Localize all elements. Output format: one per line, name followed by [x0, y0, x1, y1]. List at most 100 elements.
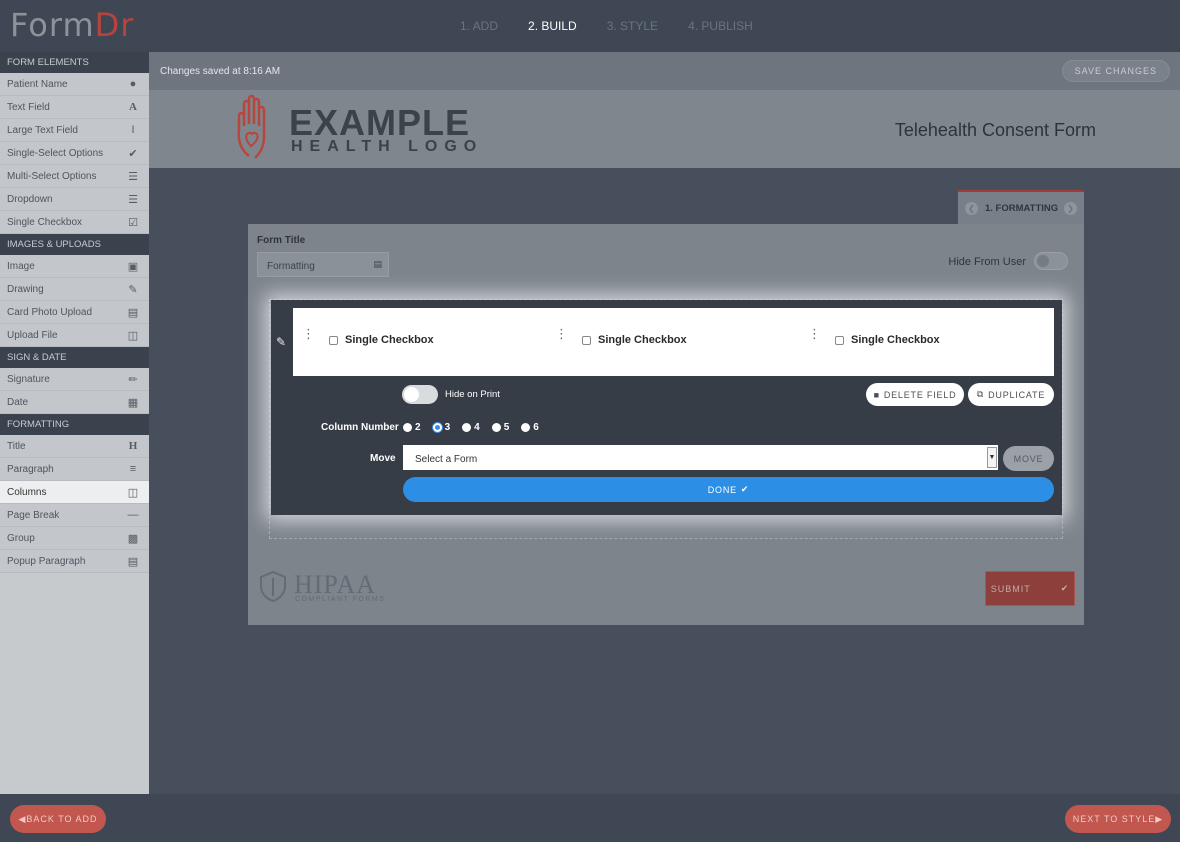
hipaa-badge: HIPAA COMPLIANT FORMS: [257, 570, 384, 607]
delete-field-button[interactable]: ■ DELETE FIELD: [866, 383, 964, 406]
chevron-right-icon[interactable]: ❯: [1064, 202, 1077, 215]
column-2: Single Checkbox: [582, 334, 687, 346]
sidebar-item-columns[interactable]: Columns ◫: [0, 481, 149, 504]
back-to-add-button[interactable]: ◀ BACK TO ADD: [10, 805, 106, 833]
drag-handle-icon[interactable]: ⋮: [555, 327, 568, 340]
next-label: NEXT TO STYLE: [1072, 814, 1156, 824]
sidebar-item-label: Card Photo Upload: [7, 306, 93, 318]
hipaa-subtitle: COMPLIANT FORMS: [295, 596, 386, 603]
section-form-elements: FORM ELEMENTS: [0, 52, 149, 73]
save-changes-button[interactable]: SAVE CHANGES: [1061, 60, 1170, 82]
column-3: Single Checkbox: [835, 334, 940, 346]
drag-handle-icon[interactable]: ⋮: [808, 327, 821, 340]
sidebar-item-label: Upload File: [7, 329, 58, 341]
sidebar-item-title[interactable]: Title H: [0, 435, 149, 458]
sidebar-item-paragraph[interactable]: Paragraph ≡: [0, 458, 149, 481]
trash-icon: ■: [873, 389, 880, 400]
columns-field-preview[interactable]: ⋮ Single Checkbox ⋮ Single Checkbox ⋮ Si…: [293, 308, 1054, 376]
hide-from-user-toggle[interactable]: [1034, 252, 1068, 270]
column-number-label: Column Number: [321, 422, 399, 433]
sidebar-item-signature[interactable]: Signature ✏: [0, 368, 149, 391]
done-label: DONE: [707, 484, 737, 495]
sidebar-item-patient-name[interactable]: Patient Name ●: [0, 73, 149, 96]
minus-icon: —: [127, 509, 139, 521]
checkbox[interactable]: [835, 335, 844, 345]
done-button[interactable]: DONE ✔: [403, 477, 1054, 502]
columns-icon: ◫: [127, 486, 139, 499]
sidebar-item-label: Paragraph: [7, 463, 54, 475]
health-logo: EXAMPLE HEALTH LOGO: [235, 94, 476, 169]
move-select-value: Select a Form: [415, 454, 478, 465]
letter-a-icon: A: [129, 101, 137, 113]
duplicate-button[interactable]: ⧉ DUPLICATE: [968, 383, 1054, 406]
move-label: Move: [370, 453, 396, 464]
sidebar-item-label: Signature: [7, 373, 50, 385]
sidebar-item-drawing[interactable]: Drawing ✎: [0, 278, 149, 301]
sidebar-item-large-text-field[interactable]: Large Text Field I: [0, 119, 149, 142]
sidebar-item-text-field[interactable]: Text Field A: [0, 96, 149, 119]
radio-label: 4: [474, 422, 480, 433]
logo-line-2: HEALTH LOGO: [291, 138, 484, 155]
sidebar-item-label: Drawing: [7, 283, 44, 295]
heading-icon: H: [128, 440, 138, 452]
step-publish[interactable]: 4. PUBLISH: [688, 19, 753, 33]
check-circle-icon: ✔: [128, 147, 138, 160]
sidebar-item-multi-select[interactable]: Multi-Select Options ☰: [0, 165, 149, 188]
move-form-select[interactable]: Select a Form ▼: [403, 445, 998, 470]
form-title-input[interactable]: Formatting ▤: [257, 252, 389, 277]
section-images-uploads: IMAGES & UPLOADS: [0, 234, 149, 255]
text-cursor-icon: I: [131, 124, 135, 136]
submit-button[interactable]: SUBMIT ✔: [985, 571, 1075, 606]
wizard-steps: 1. ADD 2. BUILD 3. STYLE 4. PUBLISH: [460, 19, 753, 33]
radio-columns-3[interactable]: 3: [432, 422, 450, 433]
edit-icon[interactable]: ✎: [276, 335, 286, 349]
radio-dot: [491, 423, 501, 432]
radio-dot: [403, 423, 412, 432]
back-label: BACK TO ADD: [26, 814, 98, 824]
checkbox[interactable]: [582, 335, 591, 345]
file-icon: ◫: [127, 329, 139, 342]
sidebar-item-card-photo-upload[interactable]: Card Photo Upload ▤: [0, 301, 149, 324]
pen-icon: ✏: [128, 373, 138, 386]
sidebar-item-page-break[interactable]: Page Break —: [0, 504, 149, 527]
sidebar-item-single-select[interactable]: Single-Select Options ✔: [0, 142, 149, 165]
next-to-style-button[interactable]: NEXT TO STYLE ▶: [1065, 805, 1171, 833]
step-style[interactable]: 3. STYLE: [607, 19, 658, 33]
sidebar-item-dropdown[interactable]: Dropdown ☰: [0, 188, 149, 211]
checkbox-label: Single Checkbox: [851, 334, 940, 346]
radio-label: 2: [415, 422, 421, 433]
sidebar-item-popup-paragraph[interactable]: Popup Paragraph ▤: [0, 550, 149, 573]
tab-formatting[interactable]: ❮ 1. FORMATTING ❯: [958, 190, 1084, 224]
sidebar-item-label: Multi-Select Options: [7, 170, 97, 182]
step-add[interactable]: 1. ADD: [460, 19, 498, 33]
calendar-icon: ▦: [127, 396, 139, 409]
radio-columns-4[interactable]: 4: [462, 422, 480, 433]
step-build[interactable]: 2. BUILD: [528, 19, 577, 33]
sidebar-item-date[interactable]: Date ▦: [0, 391, 149, 414]
column-number-radios: 2 3 4 5 6: [403, 422, 539, 433]
sidebar-item-group[interactable]: Group ▩: [0, 527, 149, 550]
sidebar-item-label: Single Checkbox: [7, 216, 83, 228]
column-1: Single Checkbox: [329, 334, 434, 346]
sidebar-item-image[interactable]: Image ▣: [0, 255, 149, 278]
checkbox[interactable]: [329, 335, 338, 345]
sidebar-item-label: Patient Name: [7, 78, 68, 90]
drag-handle-icon[interactable]: ⋮: [302, 327, 315, 340]
check-icon: ✔: [740, 484, 750, 494]
app-logo[interactable]: FormDr: [10, 6, 134, 44]
columns-field-editor: ✎ ⋮ Single Checkbox ⋮ Single Checkbox ⋮ …: [271, 300, 1062, 515]
radio-columns-5[interactable]: 5: [491, 422, 509, 433]
sidebar-item-upload-file[interactable]: Upload File ◫: [0, 324, 149, 347]
chevron-left-icon[interactable]: ❮: [965, 202, 978, 215]
hide-on-print-label: Hide on Print: [445, 389, 500, 400]
radio-columns-2[interactable]: 2: [403, 422, 421, 433]
sidebar-item-label: Dropdown: [7, 193, 53, 205]
top-bar: FormDr 1. ADD 2. BUILD 3. STYLE 4. PUBLI…: [0, 0, 1180, 52]
shield-icon: [260, 570, 286, 603]
sidebar-item-single-checkbox[interactable]: Single Checkbox ☑: [0, 211, 149, 234]
hide-on-print-toggle[interactable]: [402, 385, 438, 404]
radio-columns-6[interactable]: 6: [521, 422, 539, 433]
move-button[interactable]: MOVE: [1003, 446, 1054, 471]
form-title-label: Form Title: [257, 235, 306, 246]
list-icon: ☰: [128, 170, 138, 183]
